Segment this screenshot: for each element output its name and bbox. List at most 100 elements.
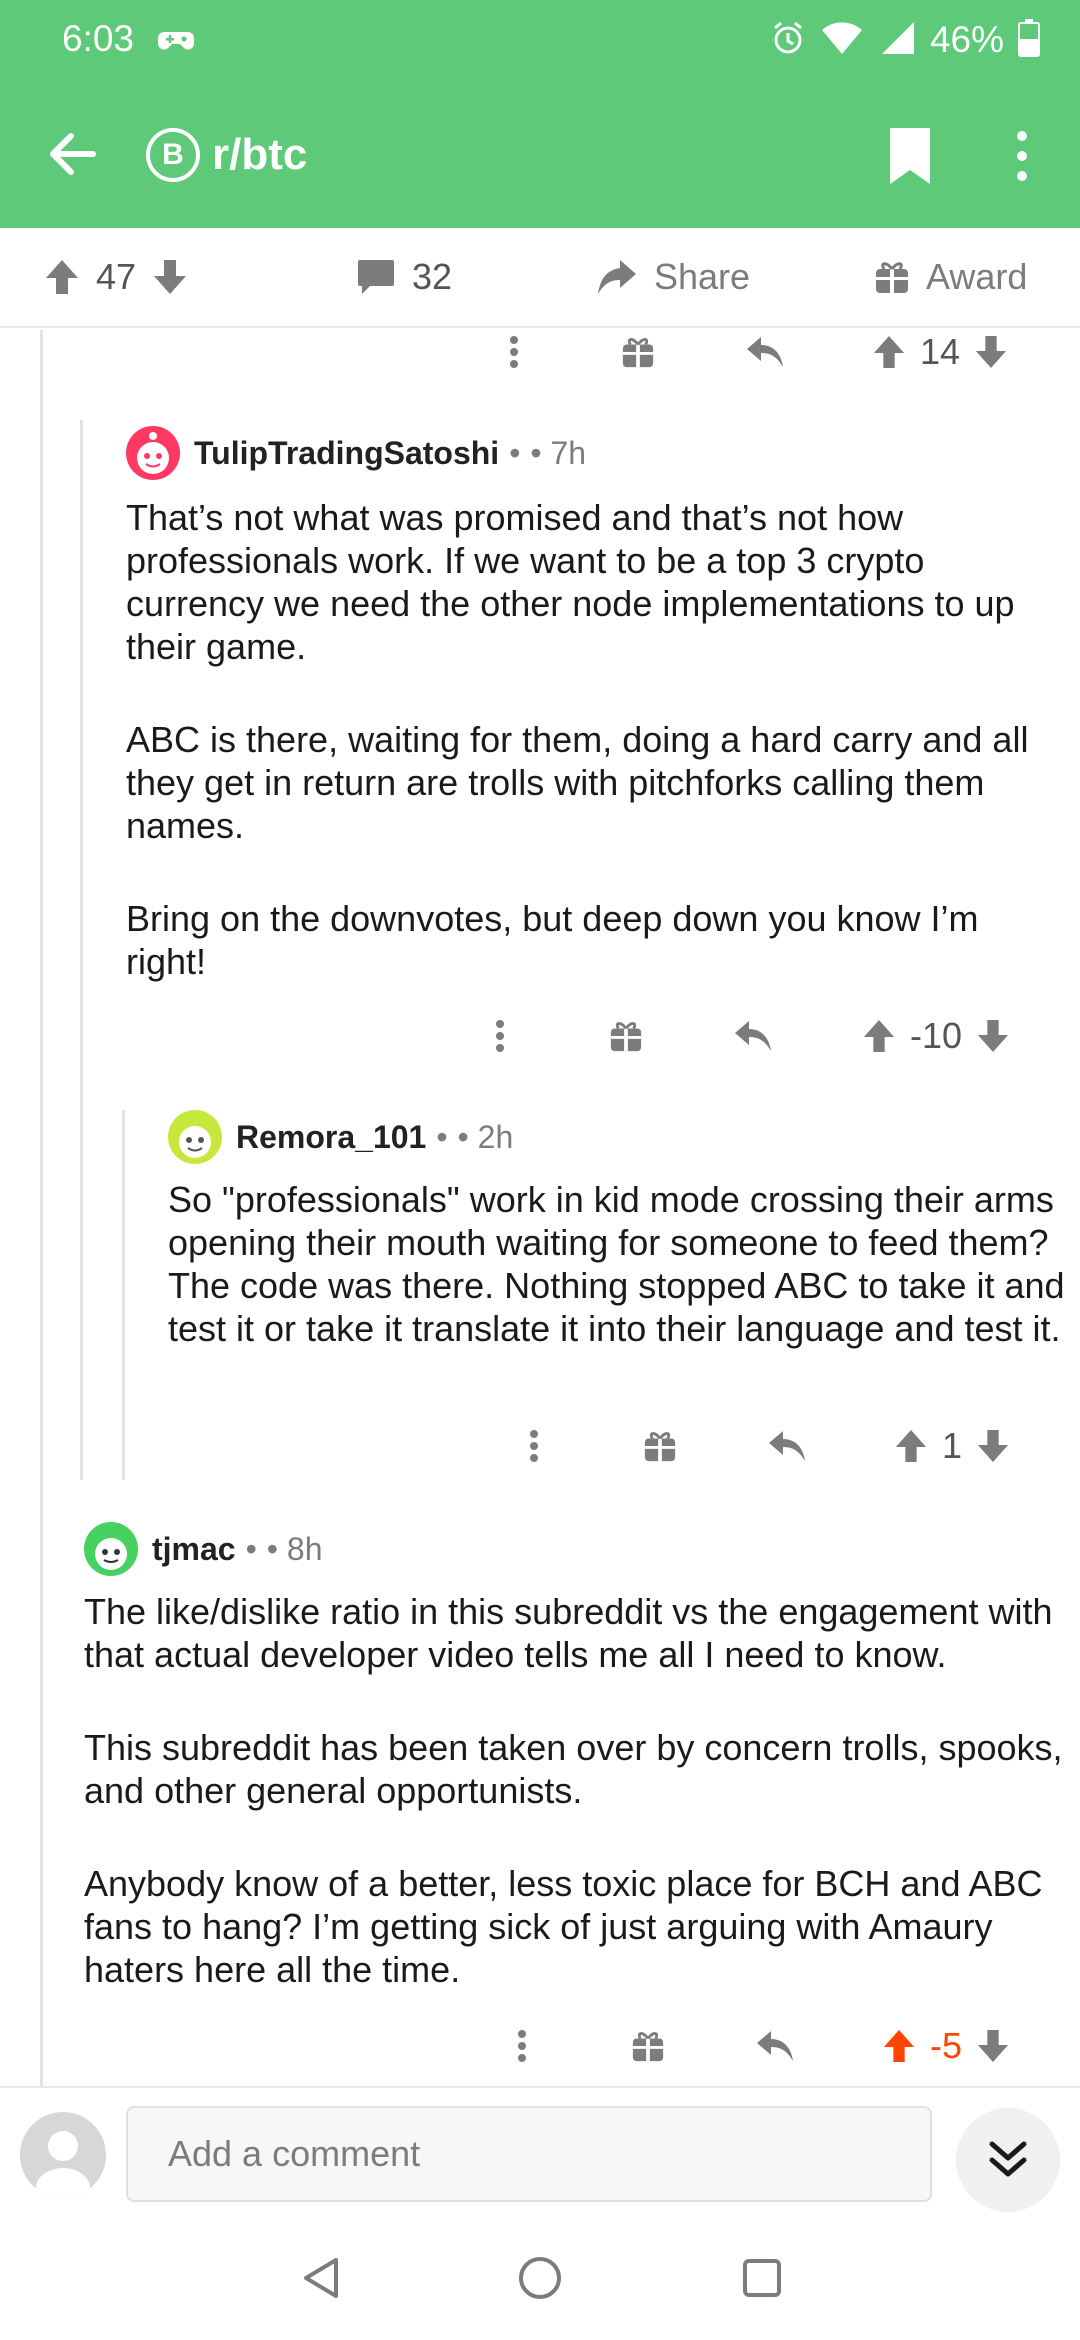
comment-score: -10 xyxy=(910,1015,963,1056)
add-comment-input[interactable]: Add a comment xyxy=(126,2106,932,2202)
nav-home-button[interactable] xyxy=(508,2246,572,2310)
reply-icon xyxy=(757,2031,793,2061)
gift-icon xyxy=(610,1022,642,1052)
reply-button[interactable] xyxy=(752,2016,798,2076)
comment-paragraph: This subreddit has been taken over by co… xyxy=(84,1727,1063,1811)
downvote-icon[interactable] xyxy=(976,1428,1010,1464)
comment-paragraph: So "professionals" work in kid mode cros… xyxy=(168,1179,1065,1349)
share-icon xyxy=(598,260,636,294)
award-button[interactable]: Award xyxy=(874,256,1027,298)
comment-age: • 8h xyxy=(266,1530,323,1567)
back-button[interactable] xyxy=(40,122,104,186)
gift-icon xyxy=(644,1432,676,1462)
vote-group: 1 xyxy=(894,1416,1010,1476)
comment-author[interactable]: TulipTradingSatoshi xyxy=(194,435,499,472)
separator: • xyxy=(245,1530,257,1567)
comment-actions: -5 xyxy=(0,2016,1080,2076)
comment-actions: -10 xyxy=(0,1006,1080,1066)
status-icons: 46% xyxy=(770,18,1040,62)
avatar[interactable] xyxy=(84,1522,138,1576)
more-options-button[interactable] xyxy=(1006,126,1038,186)
downvote-icon[interactable] xyxy=(976,1018,1010,1054)
upvote-icon[interactable] xyxy=(862,1018,896,1054)
bookmark-icon xyxy=(890,128,930,184)
battery-icon xyxy=(1018,18,1040,62)
app-header: 6:03 46% B r/btc xyxy=(0,0,1080,228)
comment-age: • 7h xyxy=(530,434,587,471)
comment-paragraph: Bring on the downvotes, but deep down yo… xyxy=(126,898,979,982)
vote-group: -5 xyxy=(882,2016,1010,2076)
more-vertical-icon xyxy=(510,336,518,368)
upvote-icon[interactable] xyxy=(882,2028,916,2064)
circle-home-icon xyxy=(519,2257,561,2299)
separator: • xyxy=(436,1118,448,1155)
comment-age: • 2h xyxy=(457,1118,514,1155)
status-bar: 6:03 46% xyxy=(0,0,1080,80)
share-button[interactable]: Share xyxy=(596,256,750,298)
upvote-icon[interactable] xyxy=(44,258,80,296)
reply-icon xyxy=(747,337,783,367)
comment-score: 14 xyxy=(920,331,961,372)
comment-actions: 1 xyxy=(0,1416,1080,1476)
signal-icon xyxy=(878,20,916,61)
award-button[interactable] xyxy=(640,1416,680,1476)
toolbar: B r/btc xyxy=(0,100,1080,210)
reply-icon xyxy=(769,1431,805,1461)
upvote-icon[interactable] xyxy=(872,334,906,370)
comment-count: 32 xyxy=(412,256,453,297)
award-button[interactable] xyxy=(628,2016,668,2076)
vote-group: -10 xyxy=(862,1006,1010,1066)
comment-composer: Add a comment xyxy=(0,2086,1080,2216)
more-vertical-icon xyxy=(1017,131,1027,181)
comment: TulipTradingSatoshi • • 7h That’s not wh… xyxy=(126,424,1056,983)
comment-header: TulipTradingSatoshi • • 7h xyxy=(126,424,1056,482)
award-button[interactable] xyxy=(606,1006,646,1066)
game-controller-icon xyxy=(158,26,194,61)
downvote-icon[interactable] xyxy=(152,258,188,296)
nav-recents-button[interactable] xyxy=(730,2246,794,2310)
share-label: Share xyxy=(654,256,751,297)
avatar[interactable] xyxy=(126,426,180,480)
gift-icon xyxy=(632,2032,664,2062)
reply-button[interactable] xyxy=(764,1416,810,1476)
thread-line-root xyxy=(40,330,43,2086)
alarm-icon xyxy=(770,20,806,61)
wifi-icon xyxy=(820,20,864,61)
more-button[interactable] xyxy=(516,1416,552,1476)
more-button[interactable] xyxy=(504,2016,540,2076)
more-vertical-icon xyxy=(518,2030,526,2062)
downvote-icon[interactable] xyxy=(976,2028,1010,2064)
comment-author[interactable]: tjmac xyxy=(152,1531,236,1568)
comment-paragraph: The like/dislike ratio in this subreddit… xyxy=(84,1591,1053,1675)
jump-down-icon xyxy=(989,2141,1027,2177)
gift-icon xyxy=(876,262,908,293)
award-button[interactable] xyxy=(618,322,658,382)
status-time: 6:03 xyxy=(62,18,135,59)
more-button[interactable] xyxy=(482,1006,518,1066)
comment-icon xyxy=(358,260,394,294)
comment-score: 1 xyxy=(942,1425,963,1466)
bookmark-button[interactable] xyxy=(886,126,934,186)
post-score: 47 xyxy=(96,256,137,297)
comment-author[interactable]: Remora_101 xyxy=(236,1119,426,1156)
system-nav-bar xyxy=(0,2216,1080,2340)
upvote-icon[interactable] xyxy=(894,1428,928,1464)
comment-header: Remora_101 • • 2h xyxy=(168,1108,1068,1166)
more-button[interactable] xyxy=(496,322,532,382)
subreddit-name[interactable]: r/btc xyxy=(212,130,307,180)
downvote-icon[interactable] xyxy=(974,334,1008,370)
nav-back-button[interactable] xyxy=(288,2246,352,2310)
comment-paragraph: Anybody know of a better, less toxic pla… xyxy=(84,1863,1043,1990)
award-label: Award xyxy=(926,256,1028,297)
comment-score: -5 xyxy=(930,2025,963,2066)
jump-to-next-button[interactable] xyxy=(956,2108,1060,2212)
comments-button[interactable]: 32 xyxy=(356,256,452,298)
reply-button[interactable] xyxy=(742,322,788,382)
comment-paragraph: ABC is there, waiting for them, doing a … xyxy=(126,719,1029,846)
more-vertical-icon xyxy=(496,1020,504,1052)
reply-button[interactable] xyxy=(730,1006,776,1066)
avatar[interactable] xyxy=(168,1110,222,1164)
reply-icon xyxy=(735,1021,771,1051)
comment-body: The like/dislike ratio in this subreddit… xyxy=(84,1590,1064,1991)
avatar[interactable] xyxy=(20,2112,106,2198)
